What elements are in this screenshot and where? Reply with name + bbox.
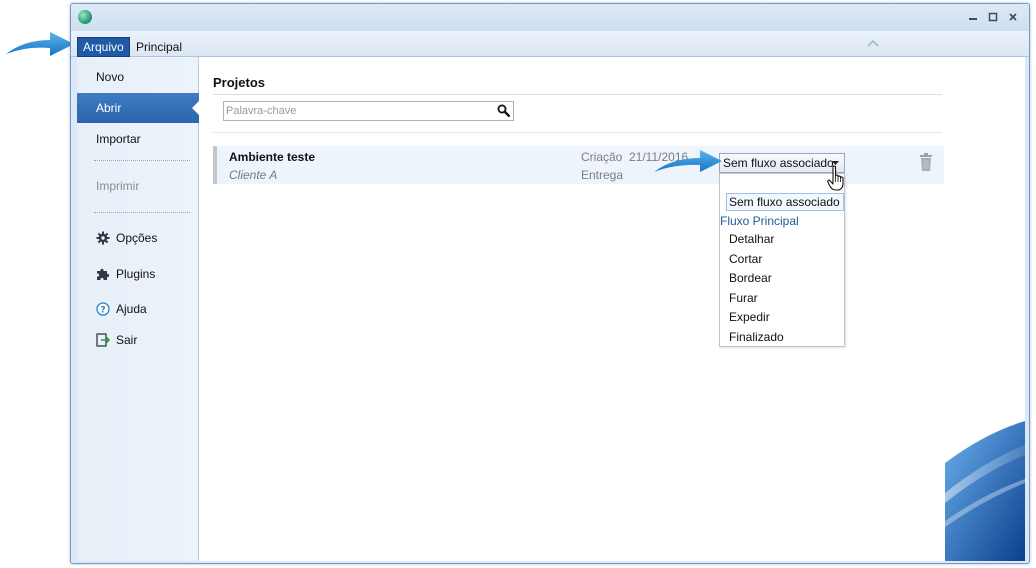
flow-option-bordear[interactable]: Bordear (729, 271, 772, 285)
backstage-menu: Novo Abrir Importar Imprimir Opções Plug… (77, 57, 200, 561)
search-box (223, 101, 514, 121)
created-label: Criação (581, 150, 623, 164)
ribbon-tab-bar: Arquivo Principal (71, 31, 1029, 57)
svg-text:?: ? (100, 306, 105, 316)
decorative-corner-graphic (945, 421, 1025, 561)
menu-item-sair[interactable]: Sair (77, 325, 199, 355)
menu-item-label: Opções (116, 231, 158, 245)
list-divider (213, 132, 942, 133)
flow-option-none[interactable]: Sem fluxo associado (726, 193, 844, 211)
page-title: Projetos (213, 75, 266, 90)
menu-item-imprimir: Imprimir (77, 171, 199, 201)
search-input[interactable] (226, 103, 486, 119)
tab-arquivo[interactable]: Arquivo (77, 37, 130, 57)
menu-item-ajuda[interactable]: ? Ajuda (77, 294, 199, 324)
app-logo-icon (78, 10, 92, 24)
flow-select-value: Sem fluxo associado (723, 156, 834, 170)
puzzle-icon (96, 267, 110, 281)
menu-item-label: Plugins (116, 267, 156, 281)
gear-icon (96, 231, 110, 245)
pointer-arrow-icon (654, 150, 722, 172)
minimize-icon[interactable] (965, 11, 981, 23)
delivery-label: Entrega (581, 168, 624, 182)
title-bar (71, 4, 1029, 31)
menu-item-plugins[interactable]: Plugins (77, 259, 199, 289)
menu-item-abrir[interactable]: Abrir (77, 93, 200, 123)
menu-divider (94, 212, 190, 213)
projects-panel: Projetos Ambiente teste Cliente A Criaçã… (199, 57, 1025, 561)
pointer-arrow-icon (6, 32, 74, 56)
flow-option-expedir[interactable]: Expedir (729, 310, 770, 324)
menu-item-label: Imprimir (96, 179, 140, 193)
collapse-ribbon-icon[interactable] (867, 39, 879, 47)
project-name: Ambiente teste (229, 150, 316, 164)
search-icon[interactable] (497, 104, 510, 117)
menu-item-label: Sair (116, 333, 138, 347)
menu-item-novo[interactable]: Novo (77, 62, 199, 92)
menu-item-label: Novo (96, 70, 125, 84)
hand-cursor-icon (827, 165, 844, 191)
flow-option-furar[interactable]: Furar (729, 291, 758, 305)
close-icon[interactable] (1005, 11, 1021, 23)
flow-option-finalizado[interactable]: Finalizado (729, 330, 784, 344)
flow-options-list: Sem fluxo associado Fluxo Principal Deta… (719, 173, 845, 347)
maximize-icon[interactable] (985, 11, 1001, 23)
flow-option-detalhar[interactable]: Detalhar (729, 232, 774, 246)
window-controls (965, 11, 1021, 23)
menu-item-importar[interactable]: Importar (77, 124, 199, 154)
project-client: Cliente A (229, 168, 278, 182)
help-icon: ? (96, 302, 110, 316)
menu-item-label: Abrir (96, 101, 122, 115)
menu-item-opcoes[interactable]: Opções (77, 223, 199, 253)
menu-item-label: Ajuda (116, 302, 147, 316)
exit-icon (96, 333, 110, 347)
tab-principal[interactable]: Principal (131, 37, 187, 57)
title-divider (213, 94, 942, 95)
menu-divider (94, 160, 190, 161)
flow-group-header: Fluxo Principal (720, 214, 799, 228)
flow-option-cortar[interactable]: Cortar (729, 252, 762, 266)
menu-item-label: Importar (96, 132, 141, 146)
trash-icon[interactable] (919, 153, 933, 171)
app-window: Arquivo Principal Novo Abrir Importar Im… (70, 3, 1030, 564)
